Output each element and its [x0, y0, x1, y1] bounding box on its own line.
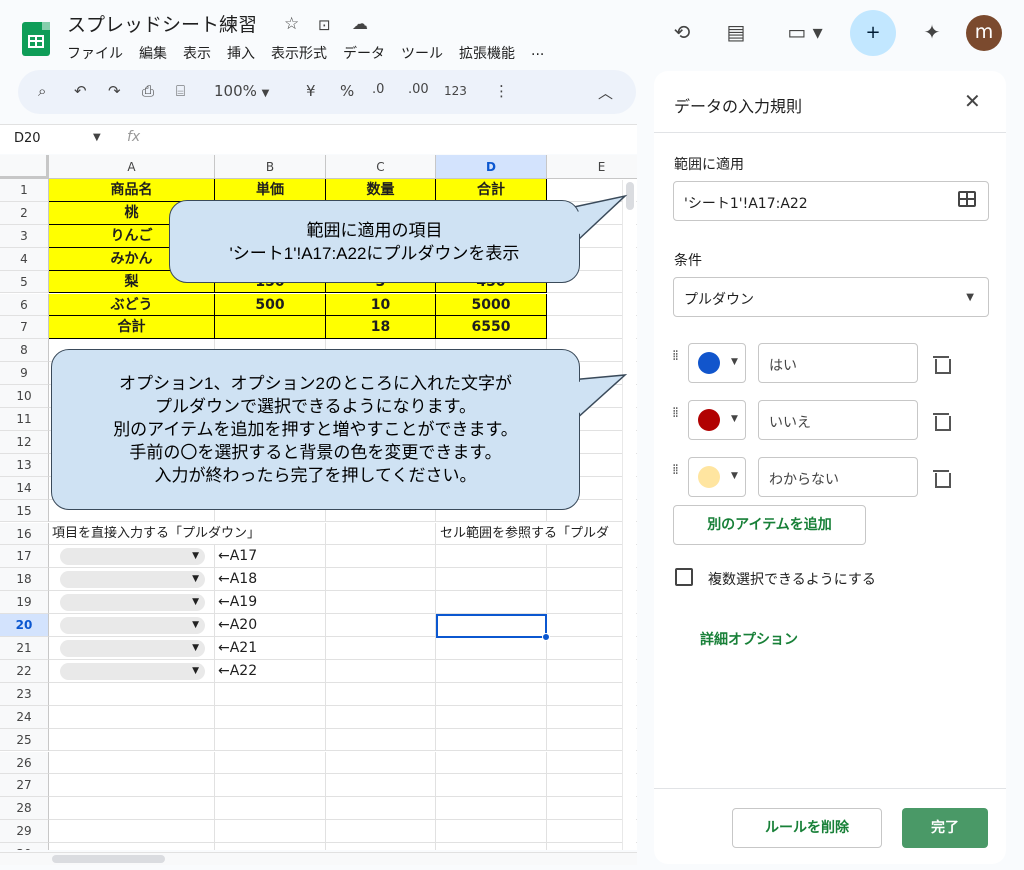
range-value: 'シート1'!A17:A22 — [684, 196, 808, 212]
cell-reference-label[interactable]: ←A17 — [218, 545, 323, 569]
close-icon[interactable]: ✕ — [964, 89, 981, 113]
cell-reference-label[interactable]: ←A18 — [218, 568, 323, 592]
cell-reference-label[interactable]: ←A19 — [218, 591, 323, 615]
delete-option-icon[interactable] — [933, 411, 951, 431]
color-caret-icon: ▼ — [731, 414, 738, 424]
panel-title: データの入力規則 — [674, 97, 803, 116]
color-dot-icon — [698, 466, 720, 488]
option-color-button[interactable]: ▼ — [688, 457, 746, 497]
criteria-label: 条件 — [674, 253, 702, 269]
option-input[interactable]: いいえ — [758, 400, 918, 440]
panel-footer-divider — [654, 788, 1006, 789]
range-input[interactable]: 'シート1'!A17:A22 — [673, 181, 989, 221]
drag-handle-icon[interactable]: ⁞⁞ — [672, 349, 682, 363]
delete-option-icon[interactable] — [933, 354, 951, 374]
option-input[interactable]: わからない — [758, 457, 918, 497]
data-validation-panel: データの入力規則 ✕ 範囲に適用 'シート1'!A17:A22 条件 プルダウン… — [654, 71, 1006, 864]
cell-reference-label[interactable]: ←A20 — [218, 614, 323, 637]
delete-rule-button[interactable]: ルールを削除 — [732, 808, 882, 848]
drag-handle-icon[interactable]: ⁞⁞ — [672, 463, 682, 477]
cell-reference-label[interactable]: ←A22 — [218, 660, 323, 683]
advanced-options-link[interactable]: 詳細オプション — [700, 629, 798, 649]
criteria-select[interactable]: プルダウン ▼ — [673, 277, 989, 317]
delete-option-icon[interactable] — [933, 468, 951, 488]
range-label: 範囲に適用 — [674, 157, 744, 173]
color-caret-icon: ▼ — [731, 357, 738, 367]
panel-divider — [654, 132, 1006, 133]
select-range-icon[interactable] — [958, 191, 976, 207]
multi-select-label: 複数選択できるようにする — [708, 572, 876, 588]
add-item-button[interactable]: 別のアイテムを追加 — [673, 505, 866, 545]
section-label-direct-input[interactable]: 項目を直接入力する「プルダウン」 — [52, 522, 324, 546]
multi-select-checkbox[interactable] — [675, 568, 693, 586]
drag-handle-icon[interactable]: ⁞⁞ — [672, 406, 682, 420]
option-color-button[interactable]: ▼ — [688, 400, 746, 440]
criteria-caret-icon: ▼ — [966, 292, 974, 303]
section-label-range-ref[interactable]: セル範囲を参照する「プルダ — [440, 522, 622, 546]
option-color-button[interactable]: ▼ — [688, 343, 746, 383]
color-caret-icon: ▼ — [731, 471, 738, 481]
criteria-value: プルダウン — [684, 292, 754, 308]
color-dot-icon — [698, 352, 720, 374]
option-input[interactable]: はい — [758, 343, 918, 383]
color-dot-icon — [698, 409, 720, 431]
done-button[interactable]: 完了 — [902, 808, 988, 848]
cell-reference-label[interactable]: ←A21 — [218, 637, 323, 660]
